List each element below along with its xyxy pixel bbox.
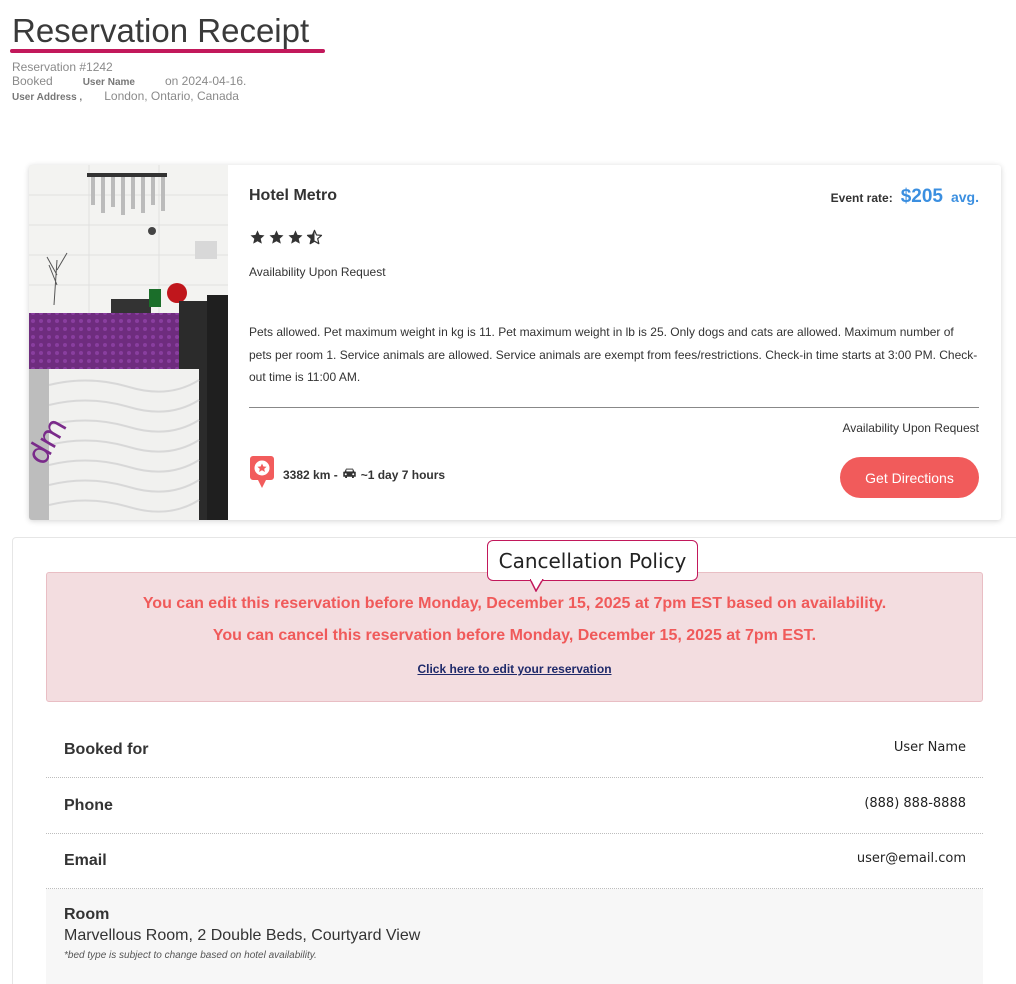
address-line: User Address , London, Ontario, Canada <box>12 89 239 103</box>
hotel-photo: dm <box>29 165 228 520</box>
title-highlight <box>10 49 325 53</box>
email-row: Email user@email.com <box>46 833 983 889</box>
edit-reservation-link[interactable]: Click here to edit your reservation <box>47 662 982 676</box>
availability-bottom: Availability Upon Request <box>842 421 979 435</box>
booked-user: User Name <box>82 77 135 88</box>
drive-time: ~1 day 7 hours <box>360 467 446 482</box>
email-value: user@email.com <box>856 851 966 866</box>
card-divider <box>249 407 979 408</box>
reservation-receipt-page: Reservation Receipt Reservation #1242 Bo… <box>0 0 1016 984</box>
address-label: User Address , <box>12 92 83 103</box>
callout-tail <box>529 578 544 597</box>
page-title: Reservation Receipt <box>12 12 310 49</box>
get-directions-button[interactable]: Get Directions <box>840 457 979 498</box>
room-value: Marvellous Room, 2 Double Beds, Courtyar… <box>64 927 421 944</box>
room-row: Room Marvellous Room, 2 Double Beds, Cou… <box>46 889 983 984</box>
email-label: Email <box>64 852 107 869</box>
map-pin-icon <box>249 455 275 494</box>
hotel-policy-text: Pets allowed. Pet maximum weight in kg i… <box>249 325 978 384</box>
room-note: *bed type is subject to change based on … <box>64 950 317 961</box>
cancellation-policy-box: You can edit this reservation before Mon… <box>46 572 983 702</box>
hotel-card: dm Hotel Metro Event rate: $205 avg. Ava… <box>29 165 1001 520</box>
booked-line: Booked User Name on 2024-04-16. <box>12 74 246 88</box>
phone-label: Phone <box>64 797 113 814</box>
star-half-icon <box>306 229 323 250</box>
distance-info: 3382 km - ~1 day 7 hours <box>249 455 445 494</box>
hotel-name: Hotel Metro <box>249 187 337 204</box>
star-full-icon <box>287 229 304 250</box>
car-icon <box>342 467 357 482</box>
rate-suffix: avg. <box>950 189 979 205</box>
booked-for-row: Booked for User Name <box>46 722 983 778</box>
star-rating <box>249 229 323 250</box>
booked-date: on 2024-04-16. <box>164 74 247 88</box>
rate-value: $205 <box>900 186 943 207</box>
star-full-icon <box>249 229 266 250</box>
edit-deadline-notice: You can edit this reservation before Mon… <box>142 595 887 612</box>
reservation-number: Reservation #1242 <box>12 60 113 74</box>
booked-prefix: Booked <box>12 74 53 88</box>
star-full-icon <box>268 229 285 250</box>
cancellation-policy-callout: Cancellation Policy <box>487 540 698 581</box>
phone-row: Phone (888) 888-8888 <box>46 778 983 834</box>
event-rate: Event rate: $205 avg. <box>831 186 979 208</box>
phone-value: (888) 888-8888 <box>864 796 966 811</box>
booked-for-value: User Name <box>893 740 966 755</box>
rate-label: Event rate: <box>830 191 893 205</box>
cancel-deadline-notice: You can cancel this reservation before M… <box>212 627 817 644</box>
address-value: London, Ontario, Canada <box>104 89 239 103</box>
availability-top: Availability Upon Request <box>249 265 386 279</box>
room-label: Room <box>64 906 110 923</box>
distance-km: 3382 km - <box>283 467 338 482</box>
distance-text: 3382 km - ~1 day 7 hours <box>283 467 445 482</box>
booked-for-label: Booked for <box>64 741 149 758</box>
